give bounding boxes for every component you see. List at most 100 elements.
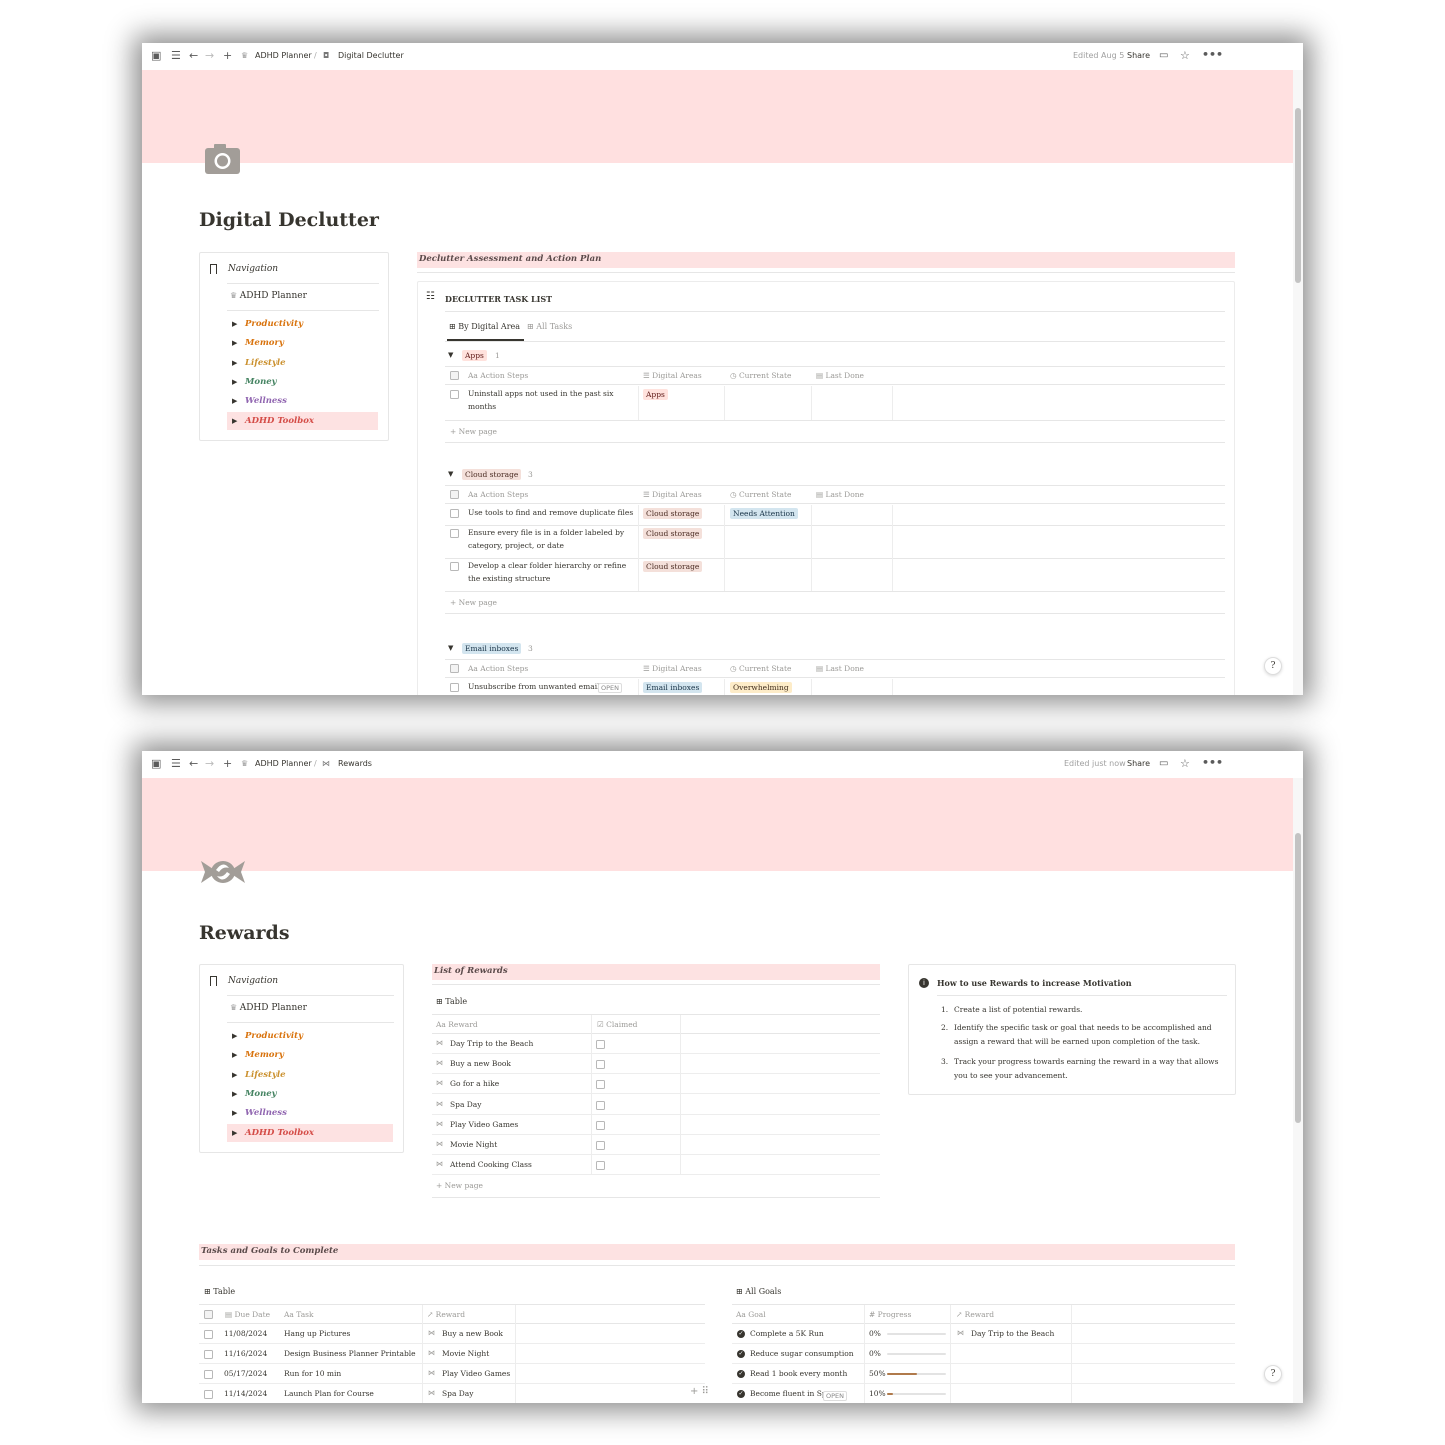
new-page-button[interactable]: + New page <box>450 427 497 436</box>
claimed-checkbox[interactable] <box>596 1040 605 1049</box>
group-tag[interactable]: Cloud storage <box>462 469 522 480</box>
new-page-button[interactable]: + New page <box>450 598 497 607</box>
breadcrumb-digital-declutter[interactable]: Digital Declutter <box>338 51 404 60</box>
notion-logo-icon[interactable]: ▣ <box>151 49 161 63</box>
group-tag[interactable]: Email inboxes <box>462 643 522 654</box>
due-date[interactable]: 11/14/2024 <box>224 1387 267 1400</box>
goal-name[interactable]: Become fluent in Sp <box>750 1387 827 1400</box>
breadcrumb-rewards[interactable]: Rewards <box>338 759 372 768</box>
tasks-view-tab[interactable]: ⊞ Table <box>204 1287 235 1296</box>
task-reward[interactable]: Buy a new Book <box>442 1327 503 1340</box>
nav-item-memory[interactable]: ▶ Memory <box>227 1046 393 1064</box>
claimed-checkbox[interactable] <box>596 1060 605 1070</box>
menu-icon[interactable]: ☰ <box>171 757 181 771</box>
share-button[interactable]: Share <box>1127 759 1150 768</box>
star-icon[interactable]: ☆ <box>1180 757 1190 771</box>
back-arrow-icon[interactable]: ← <box>189 757 198 771</box>
column-header-last-done[interactable]: ▤ Last Done <box>816 371 864 380</box>
column-header-claimed[interactable]: ☑ Claimed <box>597 1020 637 1029</box>
column-header-goal[interactable]: Aa Goal <box>736 1310 766 1319</box>
goals-view-tab[interactable]: ⊞ All Goals <box>736 1287 781 1296</box>
database-title[interactable]: DECLUTTER TASK LIST <box>445 294 552 304</box>
open-button[interactable]: OPEN <box>823 1391 848 1401</box>
add-row-icon[interactable]: + ⠿ <box>690 1386 709 1397</box>
tab-all-tasks[interactable]: ⊞ All Tasks <box>527 322 572 331</box>
due-date[interactable]: 11/08/2024 <box>224 1327 267 1340</box>
scrollbar-thumb[interactable] <box>1295 833 1301 1123</box>
nav-item-lifestyle[interactable]: ▶ Lifestyle <box>227 354 378 372</box>
due-date[interactable]: 05/17/2024 <box>224 1367 267 1380</box>
task-checkbox[interactable] <box>450 390 459 399</box>
nav-item-lifestyle[interactable]: ▶ Lifestyle <box>227 1066 393 1084</box>
column-header-action-steps[interactable]: Aa Action Steps <box>468 371 528 380</box>
triangle-right-icon[interactable]: ▶ <box>232 377 237 386</box>
reward-name[interactable]: Go for a hike <box>450 1077 499 1090</box>
column-header-digital-areas[interactable]: ☰ Digital Areas <box>643 371 702 380</box>
digital-area-tag[interactable]: Email inboxes <box>643 682 703 693</box>
more-icon[interactable]: ••• <box>1202 756 1223 770</box>
select-all-checkbox[interactable] <box>204 1310 213 1319</box>
share-button[interactable]: Share <box>1127 51 1150 60</box>
triangle-right-icon[interactable]: ▶ <box>232 358 237 367</box>
column-header-current-state[interactable]: ◷ Current State <box>730 371 791 380</box>
triangle-right-icon[interactable]: ▶ <box>232 1089 237 1098</box>
reward-name[interactable]: Day Trip to the Beach <box>450 1037 533 1050</box>
goal-reward[interactable]: Day Trip to the Beach <box>971 1327 1054 1340</box>
camera-icon[interactable] <box>204 142 241 175</box>
task-name[interactable]: Launch Plan for Course <box>284 1387 374 1400</box>
triangle-right-icon[interactable]: ▶ <box>232 1108 237 1117</box>
reward-name[interactable]: Movie Night <box>450 1138 497 1151</box>
task-checkbox[interactable] <box>204 1350 213 1359</box>
goal-name[interactable]: Read 1 book every month <box>750 1367 847 1380</box>
due-date[interactable]: 11/16/2024 <box>224 1347 267 1360</box>
comment-icon[interactable]: ▭ <box>1159 49 1168 63</box>
task-reward[interactable]: Movie Night <box>442 1347 489 1360</box>
task-name[interactable]: Hang up Pictures <box>284 1327 350 1340</box>
open-button[interactable]: OPEN <box>598 683 623 693</box>
triangle-down-icon[interactable]: ▼ <box>448 470 453 478</box>
help-icon[interactable]: ? <box>1264 1365 1282 1383</box>
task-checkbox[interactable] <box>204 1370 213 1379</box>
nav-item-wellness[interactable]: ▶ Wellness <box>227 1104 393 1122</box>
column-header-last-done[interactable]: ▤ Last Done <box>816 490 864 499</box>
task-checkbox[interactable] <box>450 683 459 692</box>
column-header-progress[interactable]: # Progress <box>869 1310 911 1319</box>
digital-area-tag[interactable]: Cloud storage <box>643 508 703 519</box>
column-header-current-state[interactable]: ◷ Current State <box>730 664 791 673</box>
reward-name[interactable]: Attend Cooking Class <box>450 1158 532 1171</box>
help-icon[interactable]: ? <box>1264 657 1282 675</box>
column-header-current-state[interactable]: ◷ Current State <box>730 490 791 499</box>
current-state-tag[interactable]: Overwhelming <box>730 682 792 693</box>
forward-arrow-icon[interactable]: → <box>205 49 214 63</box>
column-header-goal-reward[interactable]: ↗ Reward <box>956 1310 994 1319</box>
nav-item-productivity[interactable]: ▶ Productivity <box>227 1027 393 1045</box>
triangle-down-icon[interactable]: ▼ <box>448 351 453 359</box>
column-header-reward[interactable]: Aa Reward <box>436 1020 478 1029</box>
select-all-checkbox[interactable] <box>450 371 459 380</box>
triangle-right-icon[interactable]: ▶ <box>232 1070 237 1079</box>
action-step-text[interactable]: Develop a clear folder hierarchy or refi… <box>468 559 636 585</box>
nav-link-adhd-planner[interactable]: ♛ ADHD Planner <box>230 1003 307 1013</box>
task-checkbox[interactable] <box>450 562 459 571</box>
task-name[interactable]: Design Business Planner Printable <box>284 1347 416 1360</box>
reward-name[interactable]: Play Video Games <box>450 1118 518 1131</box>
select-all-checkbox[interactable] <box>450 664 459 673</box>
menu-icon[interactable]: ☰ <box>171 49 181 63</box>
scrollbar[interactable] <box>1293 778 1303 1403</box>
triangle-right-icon[interactable]: ▶ <box>232 338 237 347</box>
reward-name[interactable]: Spa Day <box>450 1098 482 1111</box>
more-icon[interactable]: ••• <box>1202 48 1223 62</box>
digital-area-tag[interactable]: Cloud storage <box>643 561 703 572</box>
claimed-checkbox[interactable] <box>596 1161 605 1171</box>
scrollbar-thumb[interactable] <box>1295 108 1301 283</box>
notion-logo-icon[interactable]: ▣ <box>151 757 161 771</box>
new-page-button[interactable]: + New page <box>436 1181 483 1190</box>
nav-item-adhd-toolbox[interactable]: ▶ ADHD Toolbox <box>227 1123 393 1142</box>
reward-row[interactable] <box>432 1095 880 1115</box>
column-header-last-done[interactable]: ▤ Last Done <box>816 664 864 673</box>
column-header-due-date[interactable]: ▤ Due Date <box>225 1310 270 1319</box>
claimed-checkbox[interactable] <box>596 1141 605 1150</box>
task-reward[interactable]: Play Video Games <box>442 1367 510 1380</box>
add-page-icon[interactable]: + <box>223 49 232 63</box>
column-header-reward[interactable]: ↗ Reward <box>427 1310 465 1319</box>
